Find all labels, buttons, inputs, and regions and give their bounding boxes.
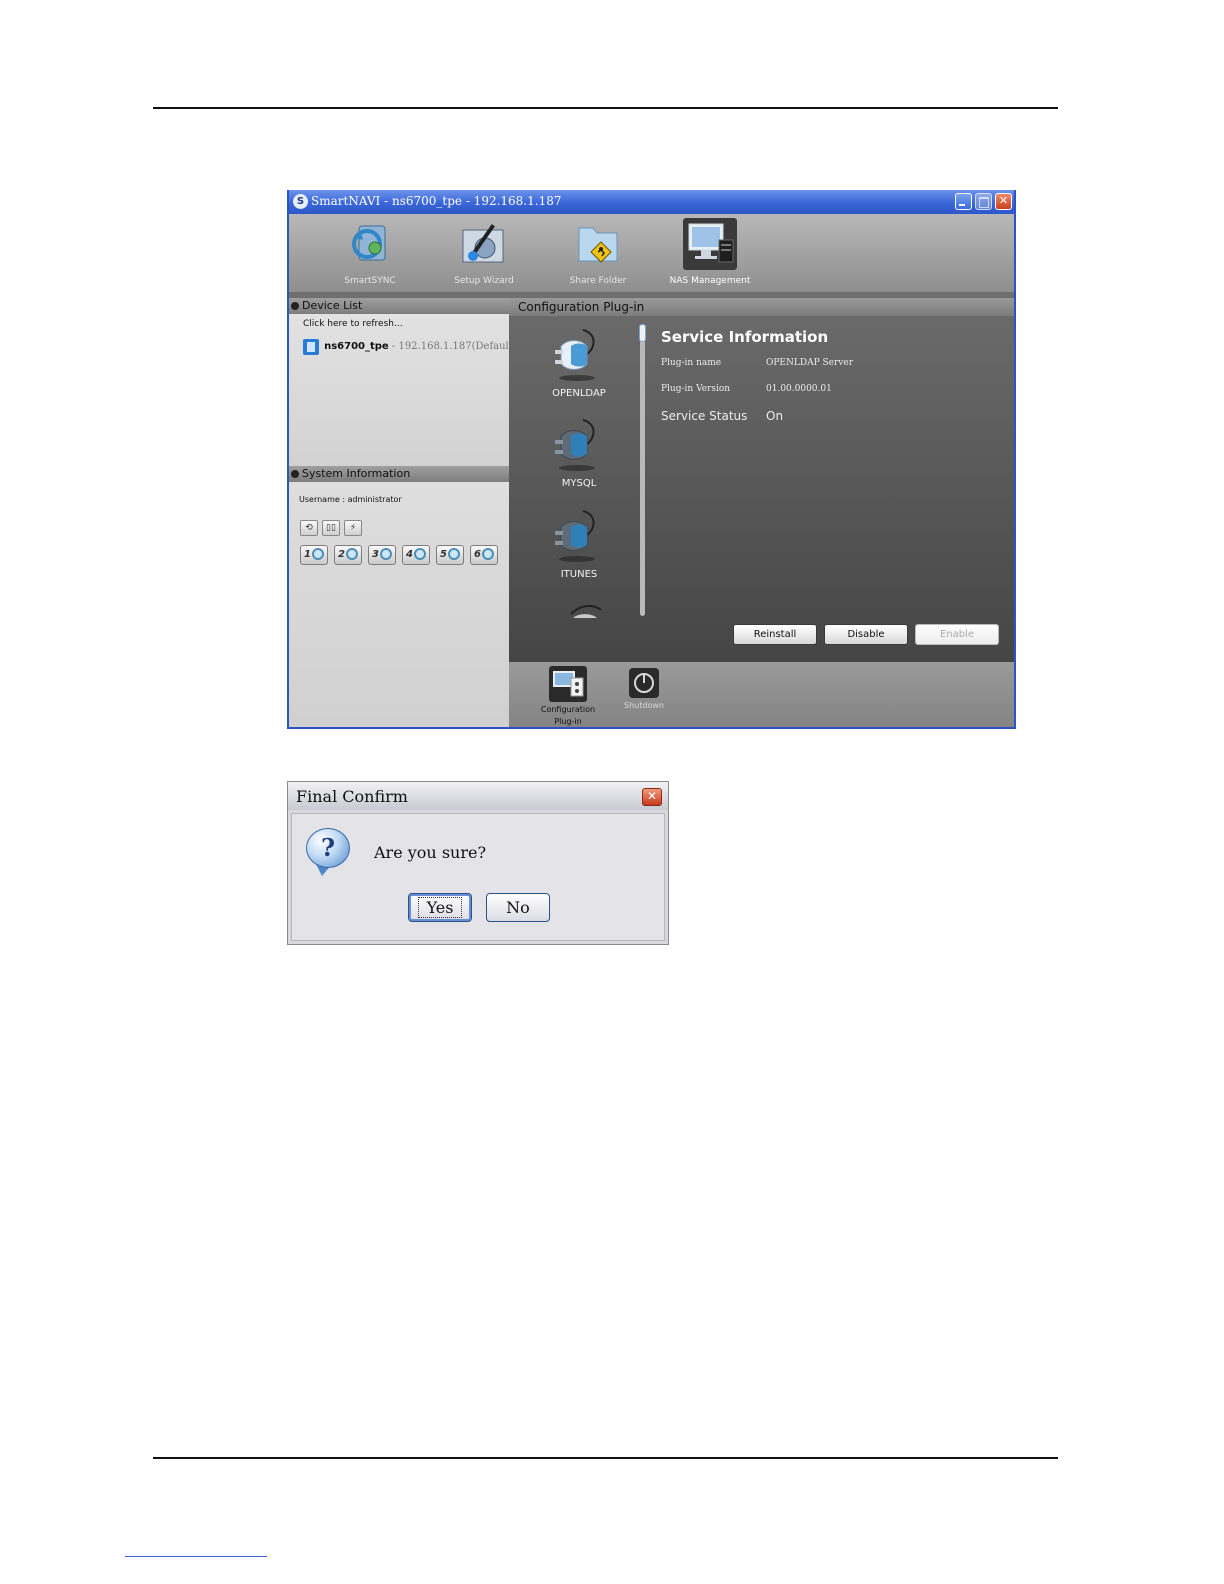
footer-rule [153,1457,1058,1459]
dialog-title-bar[interactable]: Final Confirm ✕ [288,782,668,810]
toolbar-setup-wizard[interactable]: Setup Wizard [439,214,529,286]
maximize-button[interactable] [975,193,992,210]
toolbar-nas-management[interactable]: NAS Management [665,214,755,286]
toolbar-label: Share Folder [569,276,627,286]
disk-3-icon[interactable]: 3 [368,545,396,565]
nas-management-icon [683,218,737,270]
plugin-openldap[interactable]: OPENLDAP [529,324,629,399]
plugin-itunes[interactable]: ITUNES [529,505,629,580]
shutdown-icon [629,668,659,698]
bottom-toolbar: Configuration Plug-in Shutdown [509,662,1014,727]
yes-button[interactable]: Yes [408,893,472,922]
shutdown-tool[interactable]: Shutdown [609,666,679,712]
main-toolbar: SmartSYNC Setup Wizard Share Folder NAS … [289,214,1014,292]
device-name: ns6700_tpe [324,341,389,352]
plugin-icon [551,414,607,476]
config-plugin-header: Configuration Plug-in [509,298,1014,316]
share-folder-icon [571,218,625,270]
plugin-label: OPENLDAP [552,388,606,399]
reinstall-button[interactable]: Reinstall [733,624,817,645]
nas-device-icon [303,338,319,355]
disk-number: 3 [372,549,379,560]
window-title: SmartNAVI - ns6700_tpe - 192.168.1.187 [311,194,562,208]
service-status-label: Service Status [661,409,748,423]
device-item[interactable]: ns6700_tpe - 192.168.1.187(Default) [303,336,517,355]
service-info-title: Service Information [661,328,829,346]
config-plugin-body: OPENLDAP MYSQL ITUNES Service Informatio… [509,316,1014,662]
disk-6-icon[interactable]: 6 [470,545,498,565]
toolbar-share-folder[interactable]: Share Folder [553,214,643,286]
disk-number: 6 [474,549,481,560]
disk-number: 1 [304,549,311,560]
shutdown-label: Shutdown [624,701,664,710]
close-button[interactable]: ✕ [995,193,1012,210]
plugin-version-label: Plug-in Version [661,384,731,394]
minimize-button[interactable] [955,193,972,210]
config-plugin-tool[interactable]: Configuration Plug-in [533,666,603,727]
system-info-pane: Username : administrator ⟲ ▯▯ ⚡ 1 2 3 4 … [289,482,509,727]
toolbar-label: NAS Management [669,276,751,286]
title-bar[interactable]: S SmartNAVI - ns6700_tpe - 192.168.1.187… [289,190,1014,214]
config-plugin-label: Configuration Plug-in [540,705,596,726]
plugin-name-value: OPENLDAP Server [766,358,853,368]
disk-4-icon[interactable]: 4 [402,545,430,565]
enable-button[interactable]: Enable [915,624,999,645]
plugin-list-scrollbar[interactable] [640,326,645,616]
scrollbar-thumb[interactable] [639,324,646,342]
system-info-header[interactable]: System Information [289,466,509,482]
plugin-partial-icon [567,598,607,618]
toolbar-smartsync[interactable]: SmartSYNC [325,214,415,286]
disk-number: 5 [440,549,447,560]
disk-2-icon[interactable]: 2 [334,545,362,565]
smartsync-icon [343,218,397,270]
plugin-version-value: 01.00.0000.01 [766,384,832,394]
dialog-message: Are you sure? [374,843,487,862]
collapse-icon [291,470,299,478]
refresh-status-icon[interactable]: ⟲ [300,520,318,536]
system-info-title: System Information [302,467,411,480]
username-text: Username : administrator [299,495,402,504]
disk-number: 4 [406,549,413,560]
smartnavi-window: S SmartNAVI - ns6700_tpe - 192.168.1.187… [287,190,1016,729]
disable-button[interactable]: Disable [824,624,908,645]
toolbar-label: SmartSYNC [344,276,396,286]
footer-link-underline [125,1556,267,1557]
plugin-icon [551,505,607,567]
toolbar-label: Setup Wizard [454,276,514,286]
left-panel: Device List Click here to refresh... ns6… [289,298,517,727]
collapse-icon [291,302,299,310]
config-plugin-icon [549,666,587,702]
plugin-mysql[interactable]: MYSQL [529,414,629,489]
service-status-value: On [766,409,784,423]
device-list-header[interactable]: Device List [289,298,509,314]
plugin-label: ITUNES [560,569,598,580]
question-icon: ? [306,828,350,868]
dialog-body: ? Are you sure? Yes No [291,813,665,941]
smartnavi-logo-icon: S [293,194,308,209]
yes-label: Yes [417,897,463,918]
dialog-title: Final Confirm [296,787,408,806]
dialog-close-button[interactable]: ✕ [642,788,662,806]
plugin-name-label: Plug-in name [661,358,722,368]
device-list-title: Device List [302,299,363,312]
setup-wizard-icon [457,218,511,270]
raid-status-icon[interactable]: ▯▯ [322,520,340,536]
plugin-icon [551,324,607,386]
device-list-pane: Click here to refresh... ns6700_tpe - 19… [289,314,517,466]
config-plugin-panel: Configuration Plug-in OPENLDAP MYSQL ITU… [509,298,1014,727]
disk-1-icon[interactable]: 1 [300,545,328,565]
plugin-label: MYSQL [561,478,597,489]
refresh-link[interactable]: Click here to refresh... [303,319,403,329]
device-address: - 192.168.1.187(Default) [388,341,517,352]
disk-number: 2 [338,549,345,560]
header-rule [153,107,1058,109]
final-confirm-dialog: Final Confirm ✕ ? Are you sure? Yes No [287,781,669,945]
disk-5-icon[interactable]: 5 [436,545,464,565]
power-status-icon[interactable]: ⚡ [344,520,362,536]
no-button[interactable]: No [486,893,550,922]
